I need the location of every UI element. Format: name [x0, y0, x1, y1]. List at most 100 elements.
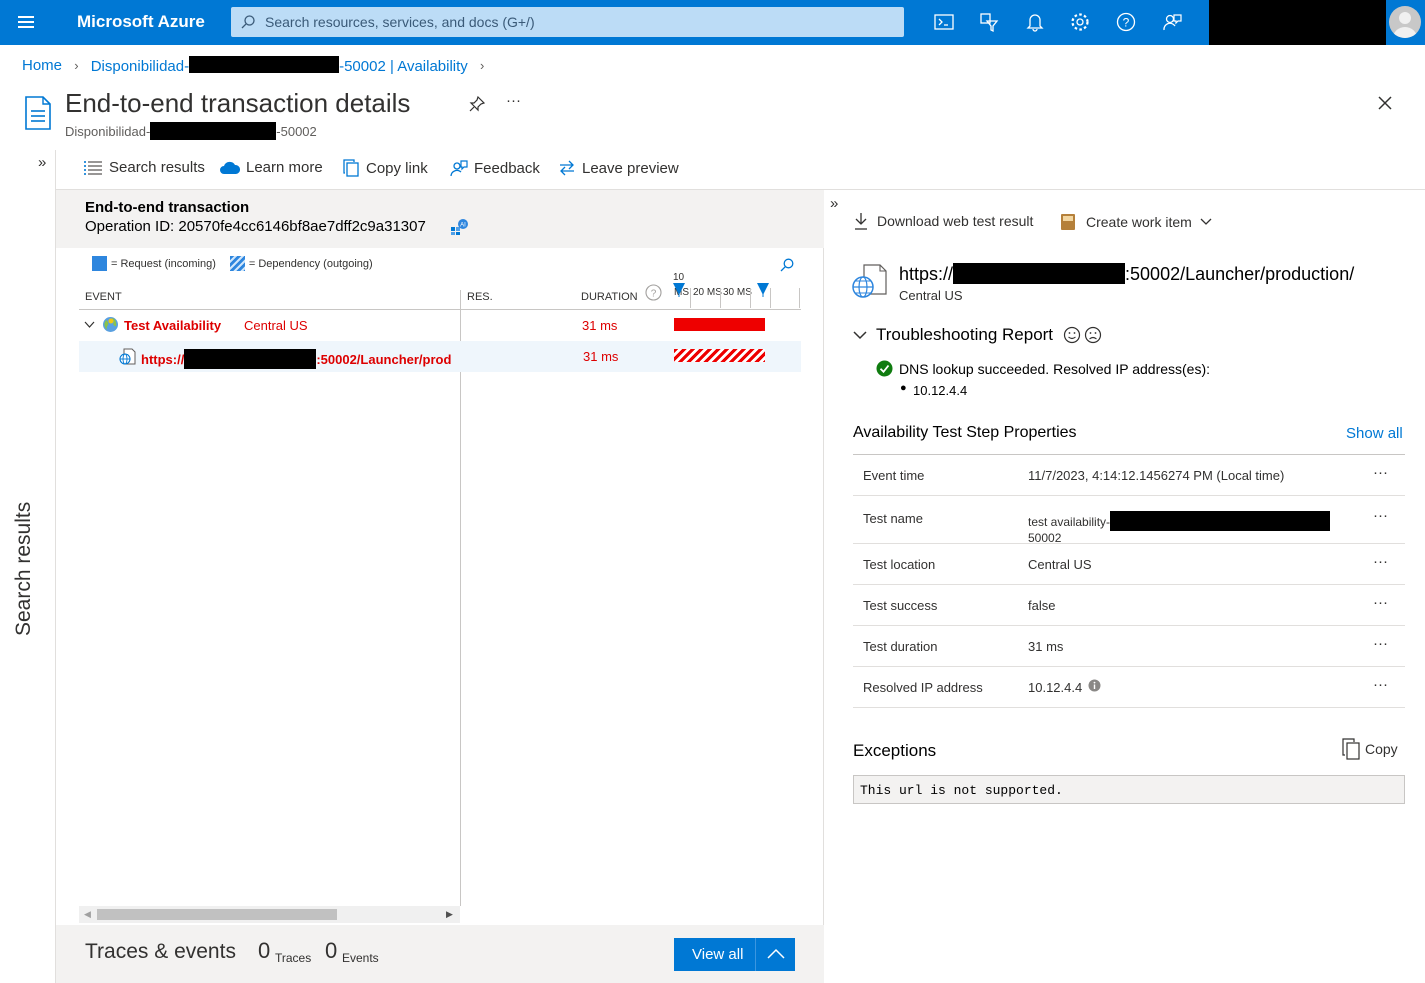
page-title: End-to-end transaction details: [65, 88, 411, 118]
success-check-icon: [876, 360, 893, 377]
help-icon[interactable]: ?: [1115, 11, 1137, 33]
url-suffix: :50002/Launcher/production/: [1125, 264, 1355, 284]
dependency-name-prefix: https://: [141, 352, 185, 367]
scroll-thumb[interactable]: [97, 909, 337, 920]
row-more-icon[interactable]: ···: [1373, 635, 1388, 652]
create-work-item-label: Create work item: [1086, 214, 1192, 230]
chevron-down-icon[interactable]: [84, 321, 95, 329]
timeline-bar-request[interactable]: [674, 318, 765, 331]
horizontal-scrollbar[interactable]: ◀ ▶: [79, 906, 460, 923]
property-row: Test success false ···: [853, 585, 1405, 626]
rail-label[interactable]: Search results: [12, 502, 36, 636]
web-test-url: https://:50002/Launcher/production/: [899, 263, 1354, 285]
scroll-left-icon[interactable]: ◀: [84, 909, 91, 920]
duration-info-icon[interactable]: ?: [645, 284, 662, 301]
learn-more-label: Learn more: [246, 159, 323, 176]
traces-title: Traces & events: [85, 940, 236, 963]
properties-title: Availability Test Step Properties: [853, 424, 1077, 441]
leave-preview-button[interactable]: Leave preview: [558, 159, 679, 177]
property-key: Test location: [863, 557, 936, 572]
range-end-handle-icon[interactable]: [757, 283, 769, 297]
search-results-button[interactable]: Search results: [83, 159, 205, 176]
timeline-bar-dependency[interactable]: [674, 349, 765, 362]
range-start-handle-icon[interactable]: [673, 283, 685, 297]
breadcrumb-resource-suffix: -50002 | Availability: [339, 57, 468, 75]
table-row[interactable]: Test Availability Central US 31 ms: [79, 310, 801, 341]
timeline-ruler[interactable]: 10 MS 20 MS 30 MS: [673, 272, 801, 310]
event-duration: 31 ms: [582, 318, 618, 333]
redacted-block: [150, 122, 277, 140]
redacted-block: [184, 349, 317, 369]
exception-message: This url is not supported.: [853, 775, 1405, 804]
breadcrumb-home[interactable]: Home: [22, 57, 62, 74]
web-test-icon: [852, 264, 887, 298]
table-row[interactable]: https://:50002/Launcher/prod 31 ms: [79, 341, 801, 372]
legend: = Request (incoming) = Dependency (outgo…: [92, 256, 373, 271]
settings-icon[interactable]: [1069, 11, 1091, 33]
copy-icon: [1342, 738, 1360, 760]
account-info-redacted[interactable]: [1209, 0, 1386, 45]
app-insights-icon[interactable]: AI: [450, 218, 468, 236]
feedback-button[interactable]: Feedback: [450, 159, 540, 177]
legend-request-label: = Request (incoming): [111, 257, 216, 270]
events-label: Events: [342, 951, 379, 965]
info-icon[interactable]: [1088, 679, 1101, 692]
scroll-right-icon[interactable]: ▶: [446, 909, 453, 920]
view-all-label: View all: [692, 946, 744, 963]
column-divider[interactable]: [460, 290, 461, 906]
cloud-icon: [220, 161, 240, 174]
global-search-input[interactable]: Search resources, services, and docs (G+…: [231, 7, 904, 37]
property-value: 11/7/2023, 4:14:12.1456274 PM (Local tim…: [1028, 468, 1285, 483]
chevron-up-icon[interactable]: [755, 938, 795, 971]
dependency-name[interactable]: https://:50002/Launcher/prod: [141, 349, 451, 369]
more-options-icon[interactable]: ···: [506, 92, 521, 109]
download-web-test-button[interactable]: Download web test result: [853, 212, 1033, 230]
directory-filter-icon[interactable]: [978, 11, 1000, 33]
create-work-item-button[interactable]: Create work item: [1060, 213, 1212, 231]
feedback-icon[interactable]: [1161, 11, 1183, 33]
rating-faces-icon[interactable]: [1063, 326, 1103, 344]
row-more-icon[interactable]: ···: [1373, 676, 1388, 693]
expand-chevron-icon[interactable]: »: [38, 154, 46, 171]
search-results-label: Search results: [109, 159, 205, 176]
close-icon[interactable]: [1376, 94, 1394, 112]
row-more-icon[interactable]: ···: [1373, 594, 1388, 611]
collapse-chevron-icon[interactable]: »: [830, 195, 838, 212]
property-key: Test success: [863, 598, 938, 613]
property-key: Test duration: [863, 639, 938, 654]
breadcrumb-resource[interactable]: Disponibilidad- -50002 | Availability: [91, 56, 468, 75]
avatar[interactable]: [1389, 6, 1421, 38]
dns-ip-value: 10.12.4.4: [913, 383, 968, 398]
copy-link-button[interactable]: Copy link: [342, 159, 428, 177]
col-duration[interactable]: DURATION: [581, 291, 638, 303]
property-value: 10.12.4.4: [1028, 680, 1083, 695]
dependency-duration: 31 ms: [583, 349, 619, 364]
test-name-suffix: 50002: [1028, 531, 1062, 545]
property-row: Test location Central US ···: [853, 544, 1405, 585]
property-row: Resolved IP address 10.12.4.4 ···: [853, 667, 1405, 708]
breadcrumb: Home › Disponibilidad- -50002 | Availabil…: [22, 56, 492, 75]
col-res[interactable]: RES.: [467, 291, 493, 303]
property-row: Event time 11/7/2023, 4:14:12.1456274 PM…: [853, 455, 1405, 496]
transaction-pane: End-to-end transaction Operation ID: 205…: [56, 190, 824, 983]
learn-more-button[interactable]: Learn more: [220, 159, 323, 176]
row-more-icon[interactable]: ···: [1373, 464, 1388, 481]
hamburger-menu-icon[interactable]: [10, 8, 42, 36]
download-icon: [855, 213, 867, 230]
troubleshooting-toggle[interactable]: Troubleshooting Report: [853, 325, 1103, 345]
view-all-button[interactable]: View all: [674, 938, 795, 971]
brand-title[interactable]: Microsoft Azure: [77, 12, 205, 32]
cloud-shell-icon[interactable]: [933, 11, 955, 33]
row-more-icon[interactable]: ···: [1373, 507, 1388, 524]
notifications-icon[interactable]: [1024, 11, 1046, 33]
globe-availability-icon: [103, 317, 118, 332]
col-event[interactable]: EVENT: [85, 291, 122, 303]
copy-exception-button[interactable]: Copy: [1341, 738, 1398, 760]
search-placeholder: Search resources, services, and docs (G+…: [265, 14, 535, 30]
zoom-icon[interactable]: [780, 258, 794, 272]
pin-icon[interactable]: [469, 96, 485, 112]
show-all-link[interactable]: Show all: [1346, 425, 1403, 442]
chevron-down-icon: [853, 331, 867, 340]
event-name[interactable]: Test Availability: [124, 318, 221, 333]
row-more-icon[interactable]: ···: [1373, 553, 1388, 570]
